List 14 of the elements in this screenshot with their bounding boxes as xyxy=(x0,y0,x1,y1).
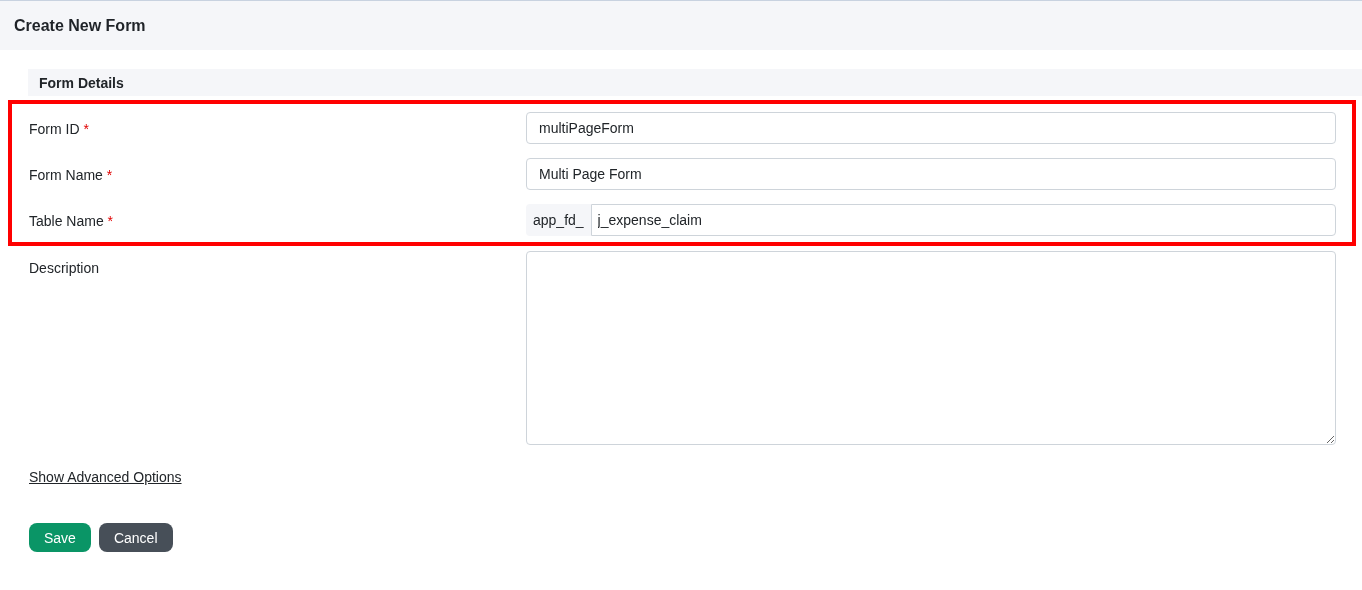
textarea-field[interactable] xyxy=(526,251,1336,445)
advanced-options-link[interactable]: Show Advanced Options xyxy=(29,469,182,485)
field-label: Form ID * xyxy=(29,120,90,138)
field-label: Table Name * xyxy=(29,212,115,230)
cancel-button[interactable]: Cancel xyxy=(98,523,173,552)
section-title: Form Details xyxy=(39,74,124,91)
page-title: Create New Form xyxy=(14,16,146,35)
field-label: Description xyxy=(29,259,101,277)
save-button[interactable]: Save xyxy=(29,523,91,552)
text-field[interactable]: j_expense_claim xyxy=(590,204,1336,236)
prefix-label: app_fd_ xyxy=(526,204,591,236)
field-label: Form Name * xyxy=(29,166,114,184)
text-field[interactable]: multiPageForm xyxy=(526,112,1336,144)
text-field[interactable]: Multi Page Form xyxy=(526,158,1336,190)
